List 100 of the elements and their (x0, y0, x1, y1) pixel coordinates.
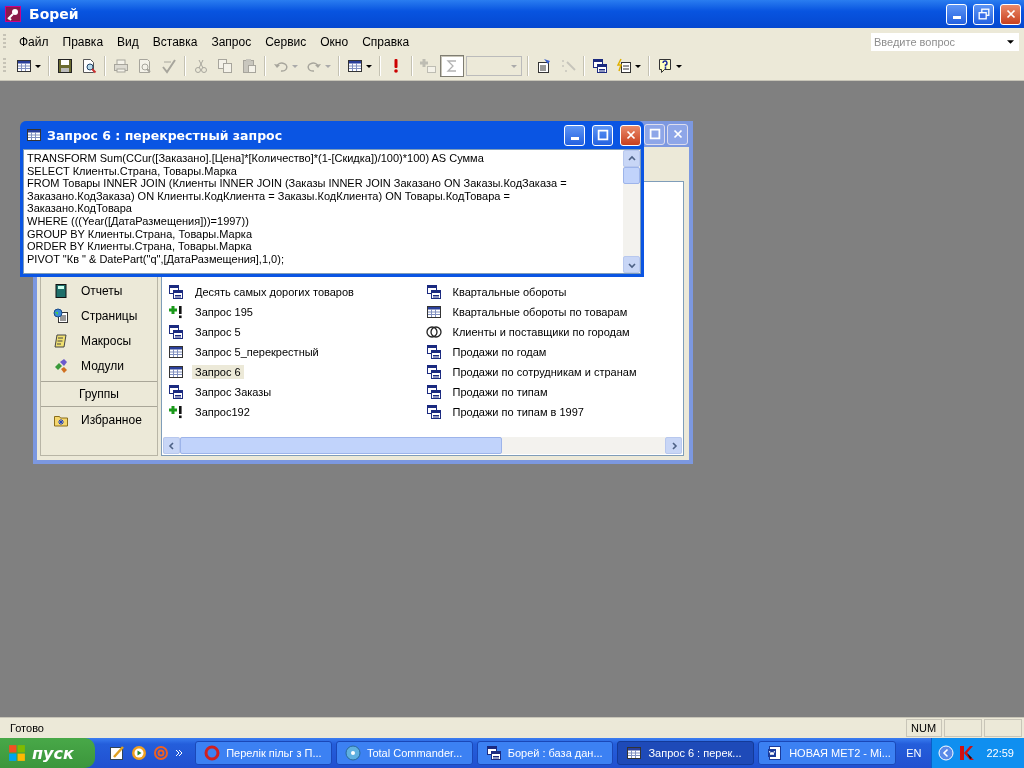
windows-flag-icon (8, 744, 26, 762)
menu-item[interactable]: Запрос (204, 35, 259, 49)
datasheet-icon (26, 127, 42, 143)
menu-item[interactable]: Сервис (258, 35, 314, 49)
object-bar-item[interactable]: Страницы (41, 303, 157, 328)
query-list-item[interactable]: Продажи по типам (449, 385, 551, 399)
query-list-item[interactable]: Запрос 195 (192, 305, 256, 319)
scroll-thumb[interactable] (623, 167, 640, 184)
taskbar-button[interactable]: Total Commander... (335, 741, 473, 765)
scroll-icon (53, 332, 69, 349)
caret-icon (292, 64, 298, 68)
chevron-left-icon[interactable] (938, 745, 955, 761)
sql-line: ORDER BY Клиенты.Страна, Товары.Марка (27, 240, 253, 253)
menu-grip[interactable] (3, 34, 6, 50)
clock: 22:59 (986, 747, 1014, 759)
taskbar-button[interactable]: Борей : база дан... (476, 741, 614, 765)
caret-icon (35, 64, 41, 68)
minimize-button[interactable] (946, 3, 967, 25)
groups-header[interactable]: Группы (41, 381, 157, 407)
sql-editor[interactable] (23, 149, 641, 274)
menu-item[interactable]: Окно (313, 35, 356, 49)
maximize-icon (647, 127, 662, 141)
plus-exclamation-icon (168, 304, 184, 320)
horizontal-scrollbar[interactable] (163, 437, 682, 454)
play-circle-icon[interactable] (131, 745, 148, 761)
query-list-item[interactable]: Продажи по типам в 1997 (449, 405, 587, 419)
sql-line: TRANSFORM Sum(CCur([Заказано].[Цена]*[Количество]*(1-[Скидка])/100)*100) AS Сумма (27, 152, 485, 165)
group-item[interactable]: Избранное (41, 407, 157, 432)
antivirus-icon[interactable] (958, 745, 975, 761)
restore-icon (976, 7, 991, 21)
scroll-thumb[interactable] (180, 437, 502, 454)
at-sign-icon[interactable] (153, 745, 170, 761)
query-list-item[interactable]: Запрос 6 (192, 365, 244, 379)
query-list-item[interactable]: Запрос 5_перекрестный (192, 345, 322, 359)
query-list-item[interactable]: Квартальные обороты (449, 285, 570, 299)
menu-item[interactable]: Справка (355, 35, 417, 49)
key-icon (5, 6, 21, 22)
stacked-windows-icon (168, 384, 184, 400)
document-icon (767, 745, 784, 761)
add-table-icon (420, 58, 436, 74)
query-list-item[interactable]: Клиенты и поставщики по городам (449, 325, 633, 339)
cut-icon (193, 58, 209, 74)
menu-item[interactable]: Вид (110, 35, 146, 49)
chevron-icon[interactable] (175, 749, 184, 757)
object-bar-item[interactable]: Макросы (41, 328, 157, 353)
query-list-item[interactable]: Запрос192 (192, 405, 253, 419)
taskbar-button[interactable]: Перелік пільг з П... (195, 741, 332, 765)
language-indicator[interactable]: EN (900, 747, 928, 759)
scroll-right-button[interactable] (665, 437, 682, 454)
datasheet-icon (425, 304, 442, 320)
datasheet-icon (16, 58, 32, 74)
caret-icon (511, 64, 517, 68)
query-list-item[interactable]: Запрос Заказы (192, 385, 275, 399)
minimize-icon (570, 137, 579, 140)
stacked-windows-icon (425, 344, 442, 360)
vertical-scrollbar[interactable] (623, 150, 640, 273)
dropdown-button[interactable] (1005, 33, 1019, 51)
minimize-button[interactable] (564, 124, 585, 146)
sql-line: PIVOT "Кв " & DatePart("q",[ДатаРазмещения],1,0); (27, 252, 285, 266)
query-list-item[interactable]: Десять самых дорогих товаров (192, 285, 357, 299)
query-list-item[interactable]: Запрос 5 (192, 325, 244, 339)
minimize-icon (952, 16, 961, 19)
taskbar-button[interactable]: НОВАЯ МЕТ2 - Mi... (758, 741, 897, 765)
object-bar-item[interactable]: Отчеты (41, 278, 157, 303)
ring-icon (204, 745, 221, 761)
page-globe-icon (53, 307, 69, 324)
scroll-down-button[interactable] (623, 256, 640, 273)
caret-icon (635, 64, 641, 68)
query-list-item[interactable]: Квартальные обороты по товарам (449, 305, 631, 319)
taskbar-button[interactable]: Запрос 6 : перек... (617, 741, 755, 765)
copy-icon (217, 58, 233, 74)
scroll-left-button[interactable] (163, 437, 180, 454)
app-title: Борей (29, 6, 79, 22)
datasheet-icon (168, 344, 184, 360)
menu-item[interactable]: Файл (12, 35, 56, 49)
sql-line: Заказано.КодЗаказа) ON Клиенты.КодКлиента = Заказы.КодКлиента) ON Товары.КодТовара = (27, 189, 511, 203)
pencil-pad-icon[interactable] (109, 745, 126, 761)
object-bar-item[interactable]: Модули (41, 353, 157, 378)
properties-icon (536, 58, 552, 74)
stacked-windows-icon (425, 284, 442, 300)
book-icon (53, 282, 69, 299)
stacked-windows-icon (425, 364, 442, 380)
sql-line: SELECT Клиенты.Страна, Товары.Марка (27, 164, 238, 178)
datasheet-icon (168, 364, 184, 380)
query-list-item[interactable]: Продажи по сотрудникам и странам (449, 365, 640, 379)
sql-line: GROUP BY Клиенты.Страна, Товары.Марка (27, 227, 253, 241)
datasheet-icon (347, 58, 363, 74)
menu-item[interactable]: Вставка (145, 35, 205, 49)
menu-item[interactable]: Правка (55, 35, 111, 49)
scroll-up-button[interactable] (623, 150, 640, 167)
help-icon (657, 58, 673, 74)
spelling-icon (161, 58, 177, 74)
builder-icon (560, 58, 576, 74)
query-list-item[interactable]: Продажи по годам (449, 345, 550, 359)
caret-icon (1006, 40, 1014, 44)
sql-line: Заказано.КодТовара (27, 202, 133, 215)
toolbar-grip[interactable] (3, 58, 6, 74)
help-search-field[interactable]: Введите вопрос (871, 33, 1005, 51)
restore-button[interactable] (973, 3, 994, 25)
status-message: Готово (10, 722, 44, 734)
